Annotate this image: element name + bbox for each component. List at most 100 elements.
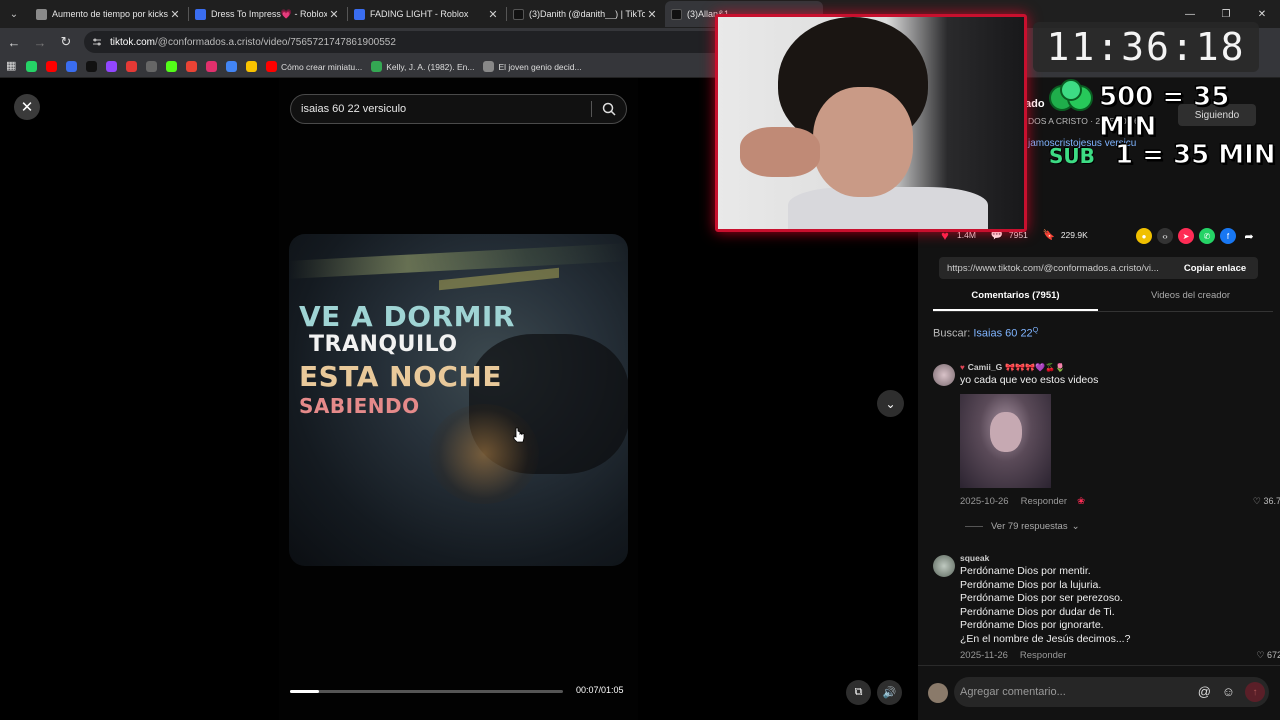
bookmark-icon[interactable] — [126, 61, 137, 72]
close-video-button[interactable]: ✕ — [14, 94, 40, 120]
tiktok-icon — [513, 8, 524, 20]
video-caption-line: TRANQUILO — [309, 332, 458, 357]
search-icon[interactable] — [602, 102, 616, 116]
bookmark-favicon-icon — [206, 61, 217, 72]
bookmark-item[interactable]: Cómo crear miniatu... — [266, 61, 362, 72]
comment-like-count: 6725 — [1266, 650, 1280, 660]
tab-title: Aumento de tiempo por kicks — [52, 9, 168, 19]
bookmark-icon[interactable] — [46, 61, 57, 72]
share-icons: ● ‹› ➤ ✆ f ➦ — [1136, 228, 1262, 244]
save-stat[interactable]: 🔖 229.9K — [1042, 228, 1088, 242]
whatsapp-icon[interactable]: ✆ — [1199, 228, 1215, 244]
facebook-icon[interactable]: f — [1220, 228, 1236, 244]
url-path: /@conformados.a.cristo/video/75657217478… — [155, 36, 396, 48]
bookmark-item[interactable]: El joven genio decid... — [483, 61, 582, 72]
share-link-url[interactable]: https://www.tiktok.com/@conformados.a.cr… — [947, 263, 1172, 274]
url-host: tiktok.com — [110, 36, 156, 48]
bookmark-icon: 🔖 — [1042, 229, 1056, 241]
bookmark-favicon-icon — [166, 61, 177, 72]
replies-dash — [965, 525, 983, 527]
reply-button[interactable]: Responder — [1021, 496, 1067, 507]
video-player[interactable]: VE A DORMIR TRANQUILO ESTA NOCHE SABIEND… — [289, 234, 628, 566]
forward-icon[interactable]: → — [28, 30, 52, 54]
bookmark-icon[interactable] — [226, 61, 237, 72]
coin-icon[interactable]: ● — [1136, 228, 1152, 244]
bookmark-favicon-icon — [46, 61, 57, 72]
bookmark-icon[interactable] — [166, 61, 177, 72]
bookmark-icon[interactable] — [106, 61, 117, 72]
video-caption-line: SABIENDO — [299, 394, 420, 418]
comment-username[interactable]: squeak — [960, 553, 1280, 563]
tab-search-button[interactable]: ⌄ — [2, 3, 26, 25]
tab-comments[interactable]: Comentarios (7951) — [933, 290, 1098, 311]
tab-creator-videos[interactable]: Videos del creador — [1108, 290, 1273, 311]
tab-3[interactable]: FADING LIGHT - Roblox ✕ — [348, 1, 506, 27]
send-icon[interactable]: ➤ — [1178, 228, 1194, 244]
tab-2[interactable]: Dress To Impress💗 - Roblox ✕ — [189, 1, 347, 27]
promo-line-2: 1 = 35 MIN — [1115, 140, 1277, 171]
comment-line: Perdóname Dios por ser perezoso. — [960, 592, 1123, 604]
save-count: 229.9K — [1060, 230, 1088, 240]
avatar[interactable] — [933, 555, 955, 577]
bookmark-icon[interactable] — [186, 61, 197, 72]
close-icon[interactable]: ✕ — [486, 8, 500, 21]
close-icon[interactable]: ✕ — [168, 8, 182, 21]
video-progress-bar[interactable] — [290, 690, 563, 693]
reply-button[interactable]: Responder — [1020, 650, 1066, 661]
mention-icon[interactable]: @ — [1198, 684, 1211, 699]
tab-title: (3)Danith (@danith__) | TikTok — [529, 9, 645, 19]
comment-input[interactable]: Agregar comentario... @ ☺ ↑ — [954, 677, 1269, 707]
apps-icon[interactable]: ▦ — [6, 61, 17, 72]
related-search-term[interactable]: Isaias 60 22 — [973, 328, 1032, 340]
view-replies-button[interactable]: Ver 79 respuestas ⌄ — [965, 521, 1280, 532]
roblox-icon — [195, 8, 206, 20]
share-arrow-icon[interactable]: ➦ — [1241, 228, 1257, 244]
bookmark-icon[interactable] — [206, 61, 217, 72]
emoji-decoration-icon: 🎀🎀🎀💜🍒🌷 — [1005, 362, 1066, 372]
avatar[interactable] — [933, 364, 955, 386]
author-name[interactable]: ado — [1025, 98, 1045, 110]
bookmark-icon[interactable] — [86, 61, 97, 72]
comment-image[interactable] — [960, 393, 1051, 488]
url-field[interactable]: tiktok.com/@conformados.a.cristo/video/7… — [84, 31, 724, 53]
copy-link-button[interactable]: Copiar enlace — [1172, 263, 1258, 274]
bookmark-favicon-icon — [483, 61, 495, 72]
tab-1[interactable]: Aumento de tiempo por kicks ✕ — [30, 1, 188, 27]
share-link-box: https://www.tiktok.com/@conformados.a.cr… — [939, 257, 1258, 279]
embed-icon[interactable]: ‹› — [1157, 228, 1173, 244]
send-icon[interactable]: ↑ — [1245, 682, 1265, 702]
comment-username[interactable]: ♥ Camii_G 🎀🎀🎀💜🍒🌷 — [960, 362, 1280, 372]
search-input[interactable]: isaias 60 22 versiculo — [290, 94, 627, 124]
bookmark-icon[interactable] — [66, 61, 77, 72]
bookmark-favicon-icon — [86, 61, 97, 72]
reload-icon[interactable]: ↻ — [54, 30, 78, 54]
back-icon[interactable]: ← — [2, 30, 26, 54]
close-icon[interactable]: ✕ — [645, 8, 659, 21]
view-replies-label: Ver 79 respuestas — [991, 520, 1068, 532]
comment-line: Perdóname Dios por dudar de Ti. — [960, 605, 1115, 618]
site-info-icon[interactable] — [92, 37, 102, 47]
search-value: isaias 60 22 versiculo — [301, 103, 407, 115]
bookmark-icon[interactable] — [146, 61, 157, 72]
emoji-icon[interactable]: ☺ — [1222, 684, 1235, 699]
tab-4[interactable]: (3)Danith (@danith__) | TikTok ✕ — [507, 1, 665, 27]
bookmark-favicon-icon — [226, 61, 237, 72]
video-caption-line: ESTA NOCHE — [299, 360, 502, 393]
bookmark-favicon-icon — [26, 61, 37, 72]
comment-like[interactable]: ♡ 36.7K — [1253, 496, 1280, 507]
pip-icon[interactable]: ⧉ — [846, 680, 871, 705]
related-search[interactable]: Buscar: Isaias 60 22Q — [933, 327, 1038, 340]
next-video-button[interactable]: ⌄ — [877, 390, 904, 417]
bookmark-icon[interactable] — [246, 61, 257, 72]
comment-text: yo cada que veo estos videos — [960, 374, 1099, 386]
close-icon[interactable]: ✕ — [327, 8, 341, 21]
volume-icon[interactable]: 🔊 — [877, 680, 902, 705]
tab-title: FADING LIGHT - Roblox — [370, 9, 469, 19]
bookmark-icon[interactable] — [26, 61, 37, 72]
search-divider — [591, 101, 592, 117]
bookmark-item[interactable]: Kelly, J. A. (1982). En... — [371, 61, 474, 72]
creator-like-icon: ❀ — [1077, 495, 1086, 507]
comment-username-text: Camii_G — [967, 362, 1003, 372]
comment-like[interactable]: ♡ 6725 — [1256, 650, 1280, 661]
stream-timer: 11:36:18 — [1033, 22, 1259, 72]
